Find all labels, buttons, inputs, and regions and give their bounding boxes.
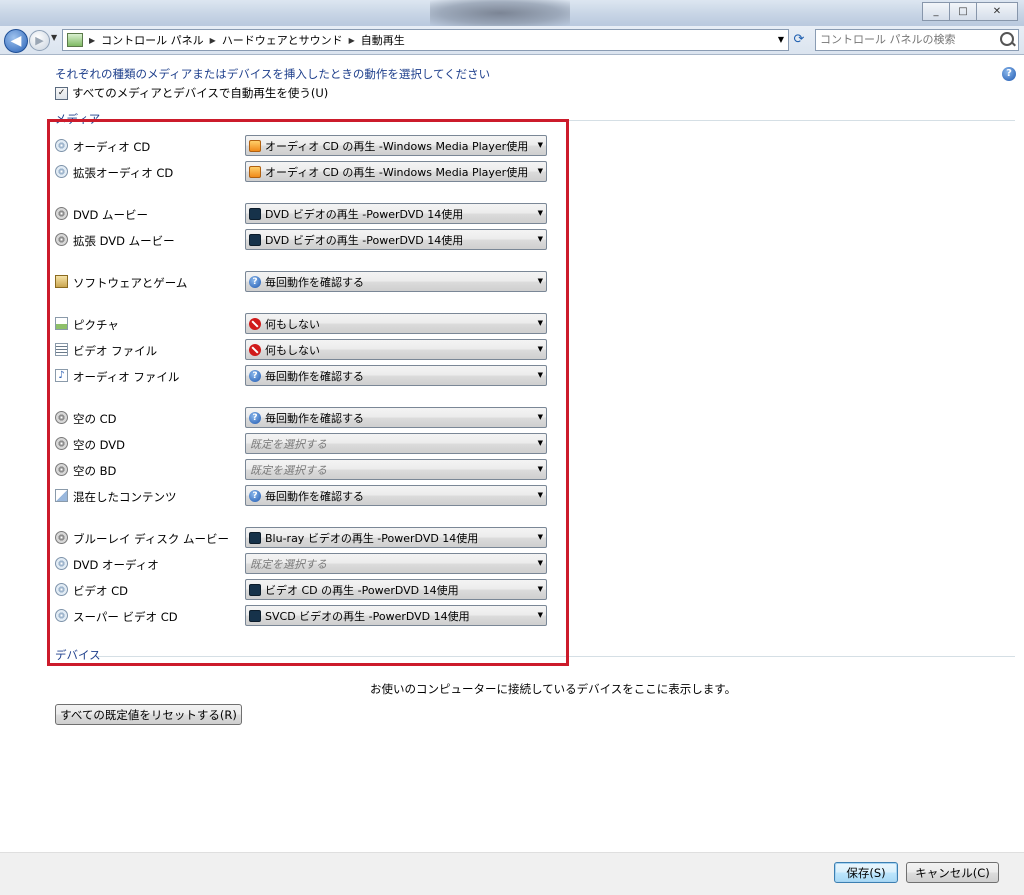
address-chevron-down-icon[interactable]: ▼ [778, 35, 784, 44]
back-arrow-icon[interactable]: ◀ [4, 29, 28, 53]
checkbox-checkmark-icon[interactable]: ✓ [55, 86, 68, 100]
breadcrumb-control-panel[interactable]: コントロール パネル [101, 32, 204, 48]
highlight-annotation-box [47, 119, 569, 666]
save-button[interactable]: 保存(S) [834, 862, 898, 883]
help-icon[interactable]: ? [1002, 67, 1016, 81]
search-input[interactable] [816, 30, 1004, 48]
close-button[interactable]: ✕ [976, 2, 1018, 21]
refresh-icon[interactable]: ⟳ [790, 31, 808, 49]
address-bar[interactable]: ▶ コントロール パネル ▶ ハードウェアとサウンド ▶ 自動再生 ▼ [62, 29, 789, 51]
use-autoplay-checkbox[interactable]: ✓ すべてのメディアとデバイスで自動再生を使う(U) [55, 85, 328, 101]
search-box [815, 29, 1019, 51]
recent-pages-chevron-down-icon[interactable]: ▼ [51, 33, 57, 42]
use-autoplay-label[interactable]: すべてのメディアとデバイスで自動再生を使う(U) [72, 85, 328, 101]
breadcrumb-autoplay[interactable]: 自動再生 [361, 32, 405, 48]
forward-arrow-icon[interactable]: ▶ [29, 30, 50, 51]
navigation-bar: ◀ ▶ ▼ ▶ コントロール パネル ▶ ハードウェアとサウンド ▶ 自動再生 … [0, 26, 1024, 55]
reset-all-defaults-button[interactable]: すべての既定値をリセットする(R) [55, 704, 242, 725]
maximize-button[interactable]: □ [949, 2, 977, 21]
cancel-button[interactable]: キャンセル(C) [906, 862, 999, 883]
minimize-button[interactable]: _ [922, 2, 950, 21]
dialog-footer: 保存(S) キャンセル(C) [0, 852, 1024, 895]
window-controls: _ □ ✕ [922, 2, 1018, 21]
breadcrumb-hardware-sound[interactable]: ハードウェアとサウンド [222, 32, 343, 48]
search-icon[interactable] [1000, 32, 1014, 46]
breadcrumb-chevron-right-icon[interactable]: ▶ [349, 36, 355, 45]
breadcrumb-chevron-right-icon[interactable]: ▶ [210, 36, 216, 45]
autoplay-window: _ □ ✕ ◀ ▶ ▼ ▶ コントロール パネル ▶ ハードウェアとサウンド ▶… [0, 0, 1024, 895]
page-instruction: それぞれの種類のメディアまたはデバイスを挿入したときの動作を選択してください [55, 67, 491, 81]
title-bar: _ □ ✕ [0, 0, 1024, 26]
breadcrumb-chevron-right-icon[interactable]: ▶ [89, 36, 95, 45]
title-bar-background [430, 0, 570, 26]
control-panel-icon [67, 33, 83, 47]
devices-empty-note: お使いのコンピューターに接続しているデバイスをここに表示します。 [370, 682, 737, 696]
